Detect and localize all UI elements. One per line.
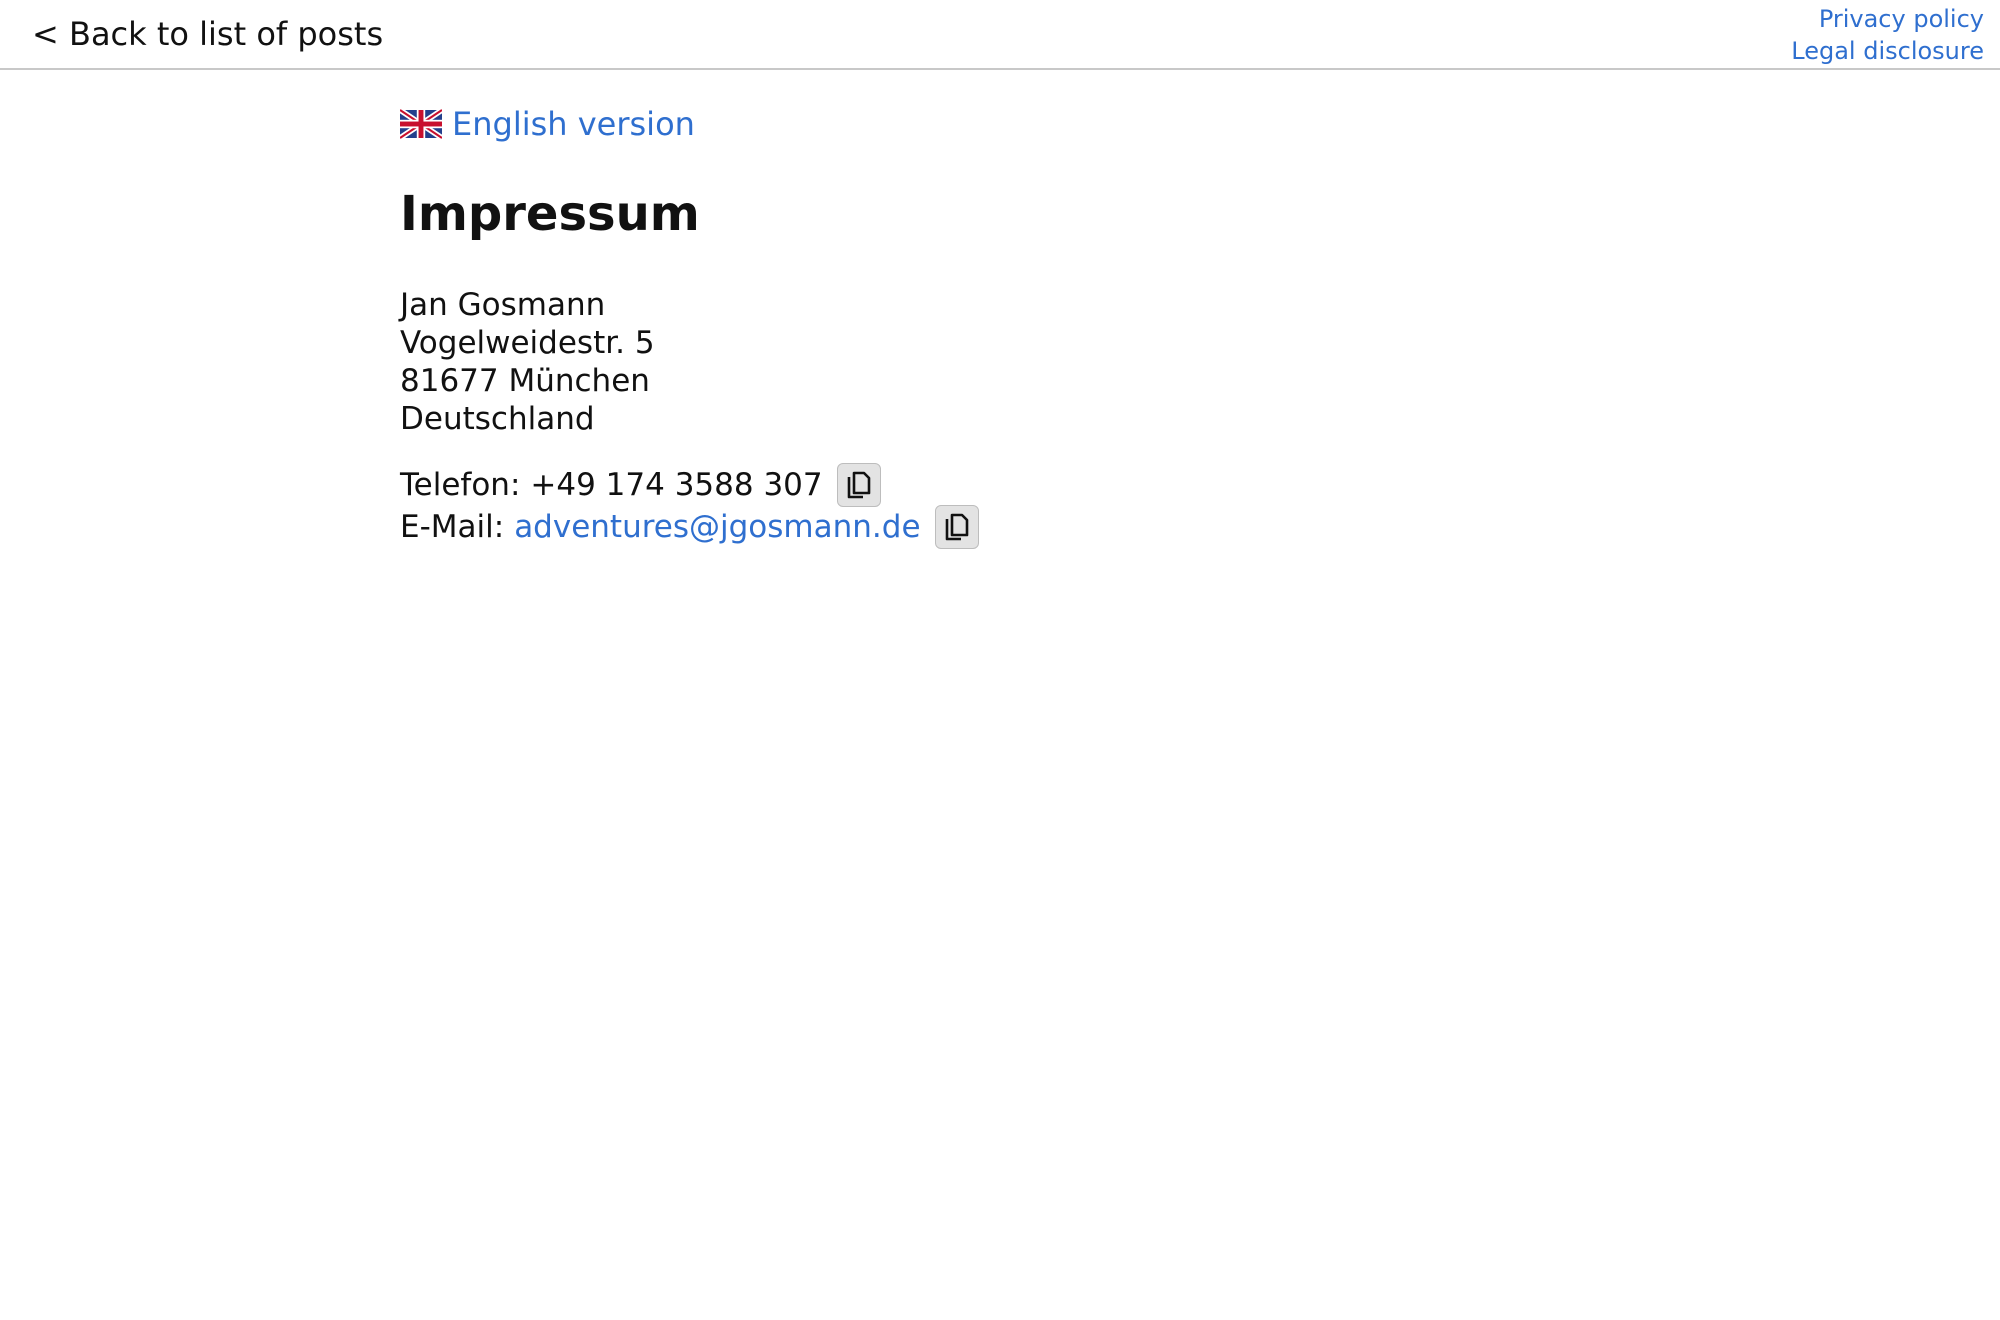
english-version-link[interactable]: English version xyxy=(400,104,1600,144)
copy-email-button[interactable] xyxy=(934,505,979,549)
page-title: Impressum xyxy=(400,186,700,242)
english-version-label: English version xyxy=(452,105,695,143)
main-content: English version Impressum Jan Gosmann Vo… xyxy=(400,104,1600,549)
postal-address: Jan Gosmann Vogelweidestr. 5 81677 Münch… xyxy=(400,286,1600,438)
top-navigation-bar: < Back to list of posts Privacy policy L… xyxy=(0,0,2000,70)
phone-label: Telefon: xyxy=(400,467,521,503)
copy-icon xyxy=(945,513,968,541)
copy-phone-button[interactable] xyxy=(836,463,881,507)
uk-flag-icon xyxy=(400,108,442,140)
back-to-posts-link[interactable]: < Back to list of posts xyxy=(32,14,383,54)
address-street: Vogelweidestr. 5 xyxy=(400,325,655,361)
legal-links: Privacy policy Legal disclosure xyxy=(1791,3,1984,67)
address-country: Deutschland xyxy=(400,401,595,437)
email-label: E-Mail: xyxy=(400,509,505,545)
privacy-policy-link[interactable]: Privacy policy xyxy=(1791,3,1984,35)
address-city: 81677 München xyxy=(400,363,650,399)
contact-info: Telefon: +49 174 3588 307 E-Mail: advent… xyxy=(400,463,1600,549)
legal-disclosure-link[interactable]: Legal disclosure xyxy=(1791,35,1984,67)
email-link[interactable]: adventures@jgosmann.de xyxy=(514,506,920,548)
copy-icon xyxy=(847,471,870,499)
phone-row: Telefon: +49 174 3588 307 xyxy=(400,463,1600,507)
phone-number: +49 174 3588 307 xyxy=(530,467,823,503)
address-name: Jan Gosmann xyxy=(400,287,606,323)
email-row: E-Mail: adventures@jgosmann.de xyxy=(400,505,1600,549)
